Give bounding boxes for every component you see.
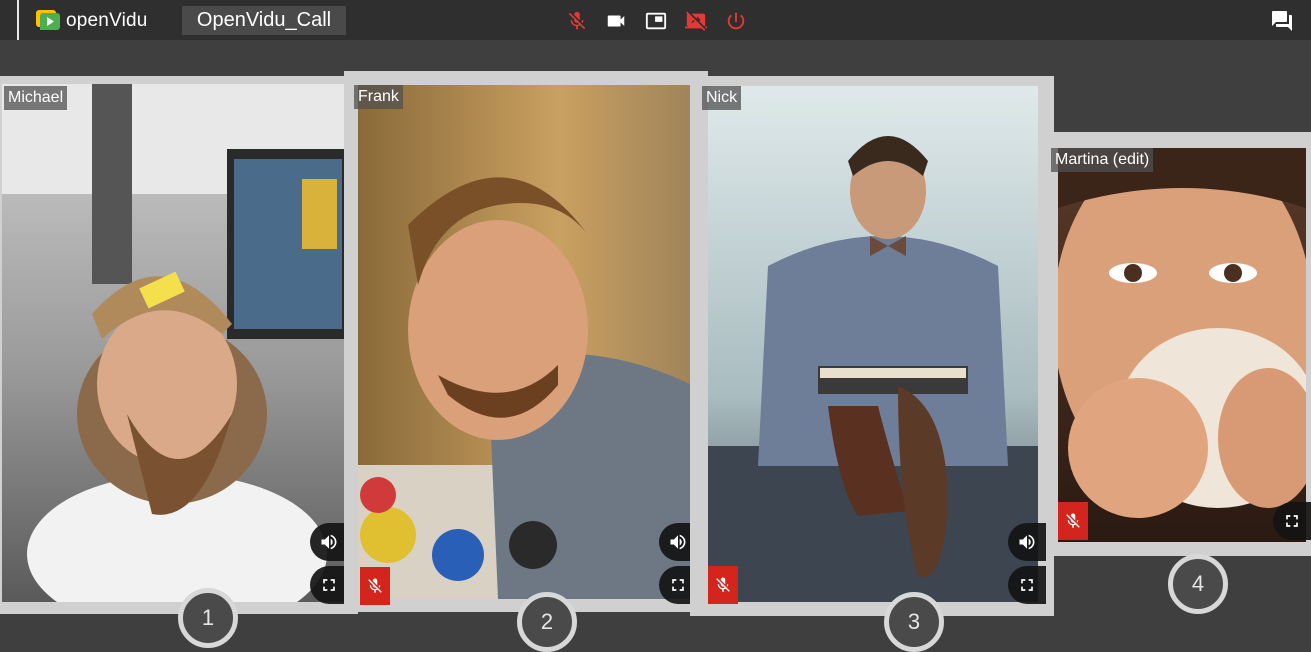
volume-icon bbox=[321, 534, 337, 550]
video-stream[interactable] bbox=[1058, 148, 1306, 542]
picture-in-picture-button[interactable] bbox=[643, 8, 669, 34]
session-name: OpenVidu_Call bbox=[182, 6, 346, 35]
participant-card-michael: Michael bbox=[0, 76, 358, 614]
muted-indicator[interactable] bbox=[1058, 502, 1088, 540]
top-toolbar: openVidu OpenVidu_Call bbox=[0, 0, 1311, 40]
brand-name: openVidu bbox=[66, 10, 148, 31]
video-stream[interactable] bbox=[358, 85, 692, 599]
toggle-microphone-button[interactable] bbox=[564, 8, 590, 34]
volume-button[interactable] bbox=[1008, 523, 1046, 561]
participant-name[interactable]: Martina (edit) bbox=[1051, 148, 1154, 172]
video-stream[interactable] bbox=[2, 84, 344, 602]
openvidu-logo-icon bbox=[36, 10, 60, 30]
participant-card-frank: Frank bbox=[344, 71, 708, 612]
screen-share-off-icon bbox=[685, 11, 707, 31]
screen-share-button[interactable] bbox=[683, 8, 709, 34]
volume-button[interactable] bbox=[310, 523, 348, 561]
fullscreen-button[interactable] bbox=[1008, 566, 1046, 604]
fullscreen-icon bbox=[323, 579, 335, 591]
participant-card-martina: Martina (edit) bbox=[1048, 132, 1311, 556]
muted-indicator bbox=[708, 566, 738, 604]
mic-off-icon bbox=[1066, 513, 1080, 528]
fullscreen-icon bbox=[1286, 515, 1298, 527]
participant-video-image bbox=[2, 84, 344, 602]
participant-number: 4 bbox=[1168, 554, 1228, 614]
chat-icon[interactable] bbox=[1270, 9, 1294, 33]
mic-off-icon bbox=[568, 11, 586, 30]
participant-number: 3 bbox=[884, 592, 944, 652]
power-icon bbox=[727, 12, 745, 30]
video-stream[interactable] bbox=[708, 86, 1038, 602]
participant-video-image bbox=[358, 85, 692, 599]
participant-card-nick: Nick bbox=[690, 76, 1054, 616]
participant-name: Frank bbox=[354, 85, 403, 109]
volume-icon bbox=[670, 534, 686, 550]
toolbar-divider bbox=[17, 0, 19, 40]
fullscreen-icon bbox=[672, 579, 684, 591]
participant-number: 2 bbox=[517, 592, 577, 652]
videocam-icon bbox=[607, 15, 625, 27]
participant-video-image bbox=[708, 86, 1038, 602]
fullscreen-icon bbox=[1021, 579, 1033, 591]
fullscreen-button[interactable] bbox=[1273, 502, 1311, 540]
mic-off-icon bbox=[368, 578, 382, 593]
picture-in-picture-icon bbox=[645, 12, 667, 30]
participant-video-image bbox=[1058, 148, 1306, 542]
volume-icon bbox=[1019, 534, 1035, 550]
participant-name: Nick bbox=[702, 86, 742, 110]
openvidu-logo[interactable]: openVidu bbox=[36, 10, 148, 32]
muted-indicator bbox=[360, 567, 390, 605]
leave-session-button[interactable] bbox=[723, 8, 749, 34]
mic-off-icon bbox=[716, 577, 730, 592]
fullscreen-button[interactable] bbox=[310, 566, 348, 604]
participant-number: 1 bbox=[178, 588, 238, 648]
participant-name: Michael bbox=[4, 86, 68, 110]
toggle-camera-button[interactable] bbox=[603, 8, 629, 34]
